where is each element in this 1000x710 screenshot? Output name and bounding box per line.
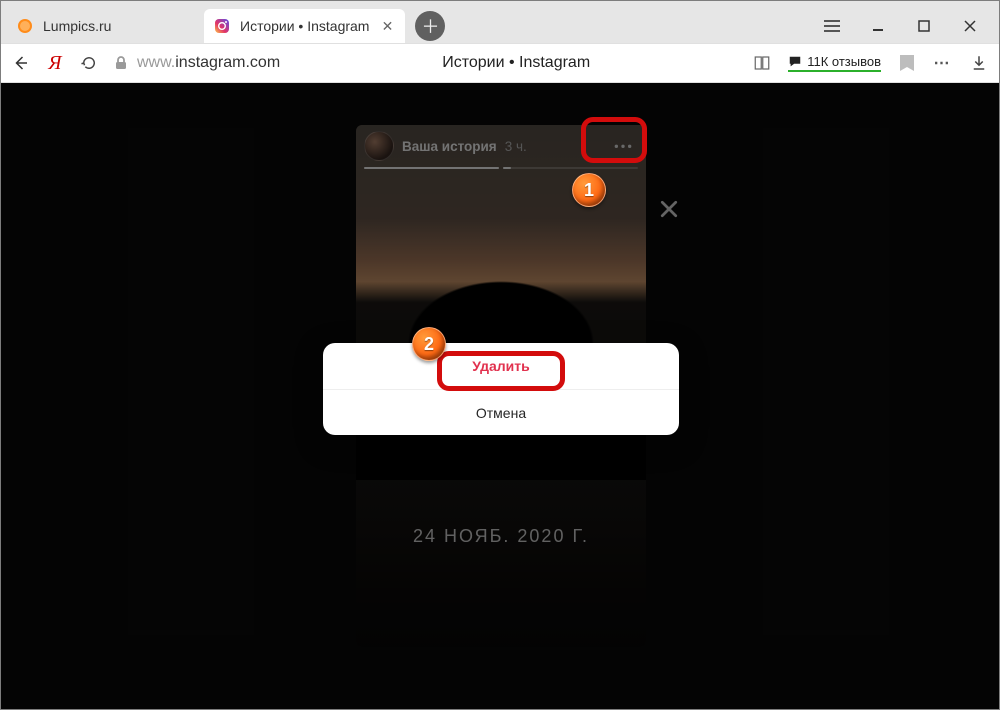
url-text: www.instagram.com xyxy=(137,54,280,72)
close-icon xyxy=(964,20,976,32)
arrow-left-icon xyxy=(12,54,30,72)
screen-mode-button[interactable] xyxy=(752,53,772,73)
tab-strip: Lumpics.ru Истории • Instagram ✕ ＋ xyxy=(1,1,999,43)
yandex-home-button[interactable]: Я xyxy=(45,53,65,73)
address-bar: Я www.instagram.com Истории • Instagram … xyxy=(1,43,999,83)
hamburger-icon xyxy=(824,20,840,32)
panels-icon xyxy=(753,54,771,72)
minimize-icon xyxy=(872,20,884,32)
favicon-instagram-icon xyxy=(214,18,230,34)
lock-icon xyxy=(113,55,129,71)
yandex-logo-icon: Я xyxy=(48,52,61,75)
more-horizontal-icon: ⋯ xyxy=(934,53,953,73)
bookmark-icon xyxy=(900,55,914,71)
reviews-badge[interactable]: 11К отзывов xyxy=(788,54,881,72)
maximize-icon xyxy=(918,20,930,32)
download-icon xyxy=(970,54,988,72)
back-button[interactable] xyxy=(11,53,31,73)
window-controls xyxy=(809,9,993,43)
story-viewer: 24 НОЯБ. 2020 Г. Ваша история 3 ч. xyxy=(1,83,999,709)
reload-icon xyxy=(80,54,98,72)
tab-lumpics[interactable]: Lumpics.ru xyxy=(7,9,202,43)
plus-icon: ＋ xyxy=(421,13,439,39)
url-display[interactable]: www.instagram.com xyxy=(113,54,280,72)
tab-title: Lumpics.ru xyxy=(43,18,192,34)
page-title: Истории • Instagram xyxy=(294,54,738,72)
reviews-count: 11К отзывов xyxy=(807,54,881,69)
tab-title: Истории • Instagram xyxy=(240,18,369,34)
minimize-button[interactable] xyxy=(855,9,901,43)
favicon-orange-icon xyxy=(17,18,33,34)
tab-close-icon[interactable]: ✕ xyxy=(379,18,395,34)
reload-button[interactable] xyxy=(79,53,99,73)
close-window-button[interactable] xyxy=(947,9,993,43)
downloads-button[interactable] xyxy=(969,53,989,73)
tab-instagram[interactable]: Истории • Instagram ✕ xyxy=(204,9,405,43)
cancel-button[interactable]: Отмена xyxy=(323,389,679,435)
delete-button[interactable]: Удалить xyxy=(323,343,679,389)
maximize-button[interactable] xyxy=(901,9,947,43)
browser-window: Lumpics.ru Истории • Instagram ✕ ＋ xyxy=(0,0,1000,710)
story-options-dialog: Удалить Отмена xyxy=(323,343,679,435)
hamburger-menu-button[interactable] xyxy=(809,9,855,43)
comment-icon xyxy=(788,55,802,69)
extensions-button[interactable]: ⋯ xyxy=(933,53,953,73)
new-tab-button[interactable]: ＋ xyxy=(415,11,445,41)
bookmark-button[interactable] xyxy=(897,53,917,73)
